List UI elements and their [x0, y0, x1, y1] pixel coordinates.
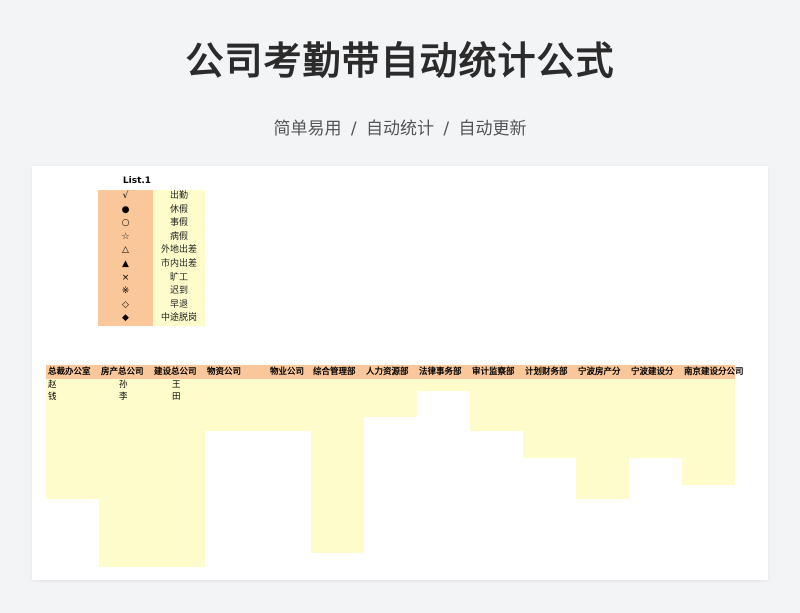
dept-header[interactable]: 计划财务部 [523, 365, 576, 379]
dept-column: 总裁办公室 赵 钱 [46, 365, 99, 499]
staff-cell[interactable]: 钱 [46, 391, 99, 403]
dept-header[interactable]: 宁波建设分 [629, 365, 682, 379]
dept-staff-list [523, 379, 576, 458]
dept-column: 宁波房产分 [576, 365, 629, 499]
dept-column: 法律事务部 [417, 365, 470, 391]
attendance-symbol: ※ [98, 285, 153, 299]
legend-row[interactable]: △ 外地出差 [98, 244, 205, 258]
attendance-symbol: ◆ [98, 312, 153, 326]
page-title: 公司考勤带自动统计公式 [185, 39, 615, 83]
attendance-symbol: ▲ [98, 257, 153, 272]
dept-staff-list: 赵 钱 [46, 379, 99, 499]
dept-header[interactable]: 南京建设分公司 [682, 365, 744, 379]
dept-column: 人力资源部 [364, 365, 417, 417]
attendance-symbol: ☆ [98, 230, 153, 245]
dept-column: 计划财务部 [523, 365, 576, 458]
dept-staff-list [576, 379, 629, 499]
attendance-label: 出勤 [153, 190, 205, 204]
staff-cell[interactable]: 赵 [46, 379, 99, 391]
legend-title: List.1 [122, 176, 152, 186]
legend-row[interactable]: ※ 迟到 [98, 285, 205, 299]
dept-column: 综合管理部 [311, 365, 364, 553]
attendance-label: 迟到 [153, 285, 205, 299]
dept-staff-list [205, 379, 258, 431]
dept-column: 审计监察部 [470, 365, 523, 431]
dept-column: 物资公司 [205, 365, 258, 431]
attendance-label: 休假 [153, 203, 205, 218]
legend-row[interactable]: ▲ 市内出差 [98, 257, 205, 272]
dept-column: 建设总公司 王 田 [152, 365, 205, 567]
legend-row[interactable]: ● 休假 [98, 203, 205, 218]
dept-staff-list [364, 379, 417, 417]
attendance-symbol: √ [98, 190, 153, 204]
dept-staff-list: 孙 李 [99, 379, 152, 567]
dept-staff-list [470, 379, 523, 431]
attendance-label: 事假 [153, 217, 205, 231]
dept-header[interactable]: 总裁办公室 [46, 365, 99, 379]
dept-column: 宁波建设分 [629, 365, 682, 458]
dept-staff-list [417, 379, 470, 391]
dept-header[interactable]: 建设总公司 [152, 365, 205, 379]
dept-header[interactable]: 物资公司 [205, 365, 258, 379]
dept-staff-list [311, 379, 364, 553]
attendance-symbol: ◇ [98, 298, 153, 313]
page-subtitle: 简单易用 / 自动统计 / 自动更新 [273, 119, 527, 139]
dept-column: 物业公司 [258, 365, 311, 431]
dept-header[interactable]: 审计监察部 [470, 365, 523, 379]
dept-header[interactable]: 房产总公司 [99, 365, 152, 379]
dept-header[interactable]: 宁波房产分 [576, 365, 629, 379]
legend-row[interactable]: ◇ 早退 [98, 298, 205, 313]
dept-header[interactable]: 法律事务部 [417, 365, 470, 379]
attendance-label: 病假 [153, 230, 205, 245]
dept-header[interactable]: 综合管理部 [311, 365, 364, 379]
spreadsheet-preview: List.1 √ 出勤 ● 休假 ○ 事假 ☆ 病假 △ 外地出差 ▲ 市内出差 × 旷工 ※… [32, 166, 768, 580]
attendance-label: 市内出差 [153, 257, 205, 272]
attendance-symbol: ○ [98, 217, 153, 231]
attendance-label: 中途脱岗 [153, 312, 205, 326]
attendance-symbol: △ [98, 244, 153, 258]
dept-header[interactable]: 人力资源部 [364, 365, 417, 379]
legend-row[interactable]: × 旷工 [98, 271, 205, 286]
attendance-symbol: × [98, 271, 153, 286]
dept-staff-list [682, 379, 735, 485]
attendance-label: 早退 [153, 298, 205, 313]
staff-cell[interactable]: 田 [152, 391, 205, 403]
staff-cell[interactable]: 王 [152, 379, 205, 391]
legend-row[interactable]: √ 出勤 [98, 190, 205, 204]
dept-column: 南京建设分公司 [682, 365, 744, 485]
dept-staff-list: 王 田 [152, 379, 205, 567]
legend-row[interactable]: ◆ 中途脱岗 [98, 312, 205, 326]
staff-cell[interactable]: 孙 [99, 379, 152, 391]
staff-cell[interactable]: 李 [99, 391, 152, 403]
legend-row[interactable]: ○ 事假 [98, 217, 205, 231]
attendance-symbol: ● [98, 203, 153, 218]
legend-rows: √ 出勤 ● 休假 ○ 事假 ☆ 病假 △ 外地出差 ▲ 市内出差 × 旷工 ※ 迟到 ◇ 早退 … [98, 190, 205, 326]
legend-row[interactable]: ☆ 病假 [98, 230, 205, 245]
dept-staff-list [629, 379, 682, 458]
dept-column: 房产总公司 孙 李 [99, 365, 152, 567]
dept-header[interactable]: 物业公司 [258, 365, 311, 379]
attendance-label: 外地出差 [153, 244, 205, 258]
dept-staff-list [258, 379, 311, 431]
attendance-label: 旷工 [153, 271, 205, 286]
